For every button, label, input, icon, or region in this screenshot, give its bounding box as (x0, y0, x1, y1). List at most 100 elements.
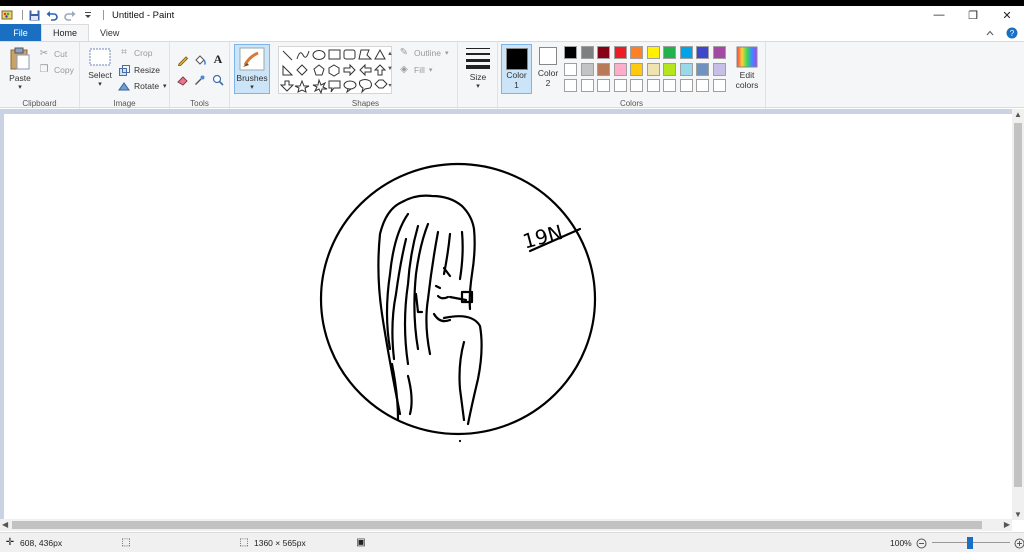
undo-icon[interactable] (45, 8, 59, 22)
nose (434, 284, 442, 290)
image-group: Select ▾ ⌗ Crop Resize Rotate ▾ Image (80, 42, 170, 109)
palette-swatch[interactable] (696, 62, 709, 76)
palette-swatch[interactable] (663, 62, 676, 76)
vertical-scrollbar[interactable]: ▲ ▼ (1012, 109, 1024, 520)
size-group: Size ▾ (458, 42, 498, 109)
edit-colors-button[interactable]: Edit colors (732, 46, 762, 90)
shapes-gallery[interactable] (278, 46, 392, 95)
palette-swatch[interactable] (580, 62, 594, 76)
palette-swatch[interactable] (646, 46, 660, 59)
ribbon-options: ? (984, 24, 1024, 41)
redo-icon[interactable] (63, 8, 77, 22)
fill-label: Fill (414, 65, 425, 75)
palette-swatch[interactable] (564, 46, 577, 59)
rotate-button[interactable]: Rotate ▾ (118, 80, 167, 92)
brushes-button[interactable]: Brushes ▾ (234, 44, 270, 94)
maximize-button[interactable]: ❐ (956, 6, 990, 24)
resize-button[interactable]: Resize (118, 64, 160, 76)
custom-color-swatch[interactable] (646, 79, 660, 92)
scroll-down-icon[interactable]: ▼ (387, 66, 393, 72)
expand-icon[interactable]: ▾ (388, 82, 391, 89)
drawn-signature-text: 19N (520, 220, 565, 254)
paste-dropdown-icon[interactable]: ▾ (18, 83, 22, 91)
zoom-out-icon[interactable] (916, 537, 928, 549)
copy-button[interactable]: ❐ Copy (38, 64, 74, 76)
ribbon: Paste ▾ ✂ Cut ❐ Copy Clipboard Select ▾ … (0, 41, 1024, 109)
magnifier-icon[interactable] (212, 74, 224, 86)
scroll-up-arrow-icon[interactable]: ▲ (1014, 110, 1022, 119)
arm-line (458, 340, 466, 422)
palette-swatch[interactable] (696, 46, 709, 59)
collapse-ribbon-icon[interactable] (984, 27, 996, 39)
select-dropdown-icon[interactable]: ▾ (98, 80, 102, 88)
palette-swatch[interactable] (597, 46, 610, 59)
palette-swatch[interactable] (597, 62, 610, 76)
palette-swatch[interactable] (630, 46, 643, 59)
select-button[interactable]: Select ▾ (86, 48, 114, 88)
palette-swatch[interactable] (564, 62, 577, 76)
palette-swatch[interactable] (613, 62, 627, 76)
scroll-left-arrow-icon[interactable]: ◀ (2, 520, 8, 529)
separator (22, 10, 23, 20)
zoom-slider[interactable] (931, 537, 1010, 549)
outline-button[interactable]: ✎ Outline ▾ (398, 47, 449, 59)
palette-swatch[interactable] (679, 62, 693, 76)
color1-button[interactable]: Color 1 (501, 44, 532, 94)
dropdown-arrow-icon[interactable] (81, 8, 95, 22)
eraser-icon[interactable] (177, 74, 189, 86)
tab-home[interactable]: Home (41, 24, 90, 41)
palette-swatch[interactable] (613, 46, 627, 59)
palette-swatch[interactable] (663, 46, 676, 59)
scroll-down-arrow-icon[interactable]: ▼ (1014, 510, 1022, 519)
custom-color-swatch[interactable] (580, 79, 594, 92)
horizontal-scrollbar[interactable]: ◀ ▶ (0, 519, 1012, 531)
custom-color-swatch[interactable] (663, 79, 676, 92)
palette-swatch[interactable] (630, 62, 643, 76)
pencil-icon[interactable] (177, 54, 189, 66)
custom-color-swatch[interactable] (630, 79, 643, 92)
fill-bucket-icon[interactable] (194, 54, 206, 66)
close-button[interactable]: ✕ (990, 6, 1024, 24)
tools-group-label: Tools (190, 99, 209, 108)
custom-color-swatch[interactable] (597, 79, 610, 92)
custom-color-swatch[interactable] (712, 79, 726, 92)
fill-button[interactable]: ◈ Fill ▾ (398, 64, 432, 76)
body-line (406, 374, 413, 416)
save-icon[interactable] (27, 8, 41, 22)
color-palette (564, 46, 732, 98)
palette-swatch[interactable] (646, 62, 660, 76)
text-tool-icon[interactable]: A (212, 53, 224, 65)
scroll-right-arrow-icon[interactable]: ▶ (1004, 520, 1010, 529)
size-button[interactable]: Size ▾ (462, 46, 494, 90)
quick-access-toolbar: Untitled - Paint (0, 6, 174, 24)
zoom-in-icon[interactable] (1014, 537, 1024, 549)
color-picker-icon[interactable] (194, 74, 206, 86)
zoom-slider-thumb[interactable] (966, 537, 973, 549)
custom-color-swatch[interactable] (679, 79, 693, 92)
custom-color-swatch[interactable] (696, 79, 709, 92)
horizontal-scroll-thumb[interactable] (12, 521, 982, 529)
tab-file[interactable]: File (0, 24, 41, 41)
shapes-group-label: Shapes (351, 99, 380, 108)
crop-button[interactable]: ⌗ Crop (118, 47, 152, 59)
vertical-scroll-thumb[interactable] (1014, 123, 1022, 487)
paste-button[interactable]: Paste ▾ (6, 47, 34, 91)
color2-button[interactable]: Color 2 (534, 47, 562, 88)
minimize-button[interactable]: — (922, 6, 956, 24)
edit-colors-label-1: Edit (739, 70, 755, 80)
cut-button[interactable]: ✂ Cut (38, 48, 67, 60)
shapes-scroll[interactable]: ▲ ▼ ▾ (386, 46, 394, 94)
custom-color-swatch[interactable] (564, 79, 577, 92)
tab-view[interactable]: View (89, 24, 130, 41)
custom-color-swatch[interactable] (613, 79, 627, 92)
palette-swatch[interactable] (712, 62, 726, 76)
palette-swatch[interactable] (679, 46, 693, 59)
palette-swatch[interactable] (580, 46, 594, 59)
select-icon (89, 48, 111, 70)
paint-app-icon[interactable] (0, 8, 14, 22)
drawing-canvas[interactable]: 19N (4, 114, 1012, 520)
help-icon[interactable]: ? (1006, 27, 1018, 39)
palette-swatch[interactable] (712, 46, 726, 59)
scroll-up-icon[interactable]: ▲ (387, 51, 393, 57)
select-label: Select (88, 70, 112, 80)
